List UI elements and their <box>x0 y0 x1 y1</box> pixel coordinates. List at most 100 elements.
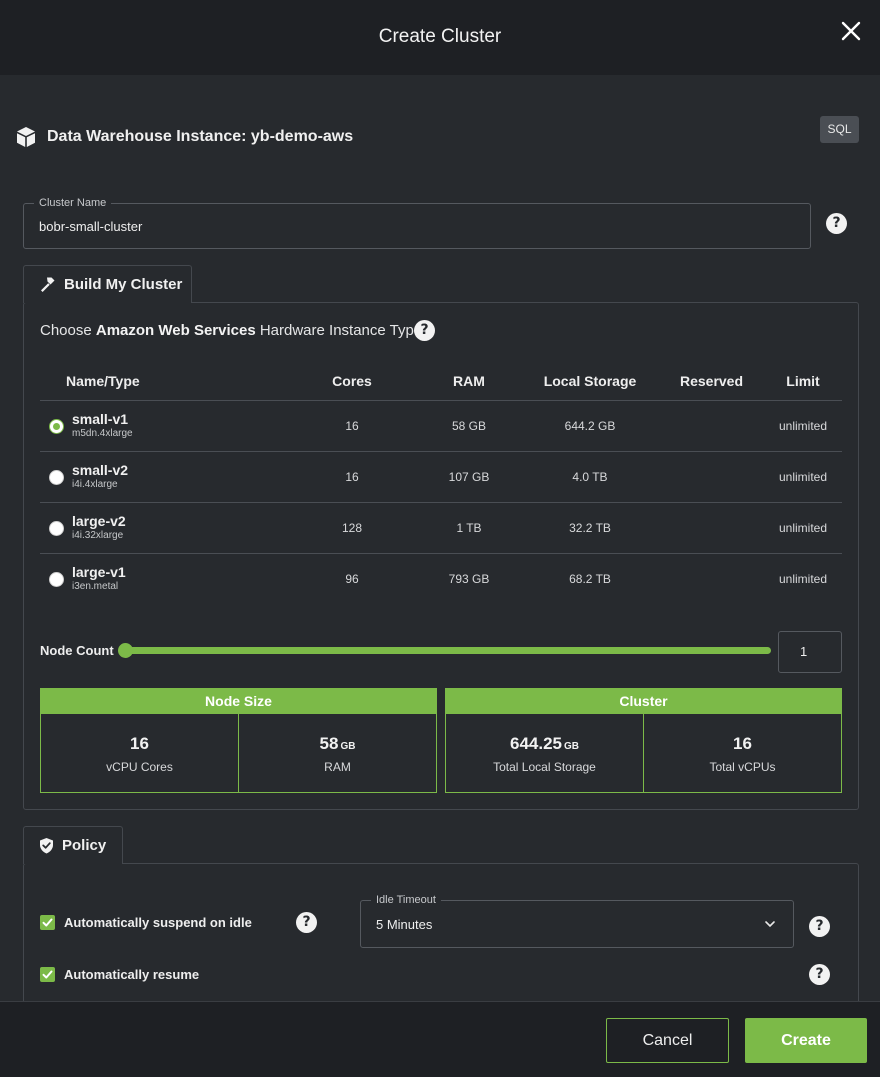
cluster-name-value[interactable]: bobr-small-cluster <box>39 219 142 234</box>
instance-type-table: Name/Type Cores RAM Local Storage Reserv… <box>40 362 842 604</box>
hardware-prompt-prefix: Choose <box>40 322 96 339</box>
node-cores-label: vCPU Cores <box>106 760 173 774</box>
node-ram-label: RAM <box>324 760 351 774</box>
storage-cell: 4.0 TB <box>521 451 659 503</box>
storage-cell: 644.2 GB <box>521 400 659 452</box>
reserved-cell <box>659 451 764 503</box>
instance-title: Data Warehouse Instance: yb-demo-aws <box>47 128 354 145</box>
ram-cell: 107 GB <box>417 451 521 503</box>
table-header-row: Name/Type Cores RAM Local Storage Reserv… <box>40 362 842 401</box>
idle-timeout-value: 5 Minutes <box>376 917 433 932</box>
instance-name: large-v2 <box>72 512 126 529</box>
limit-cell: unlimited <box>764 502 842 554</box>
tab-build-label: Build My Cluster <box>64 276 183 293</box>
limit-cell: unlimited <box>764 451 842 503</box>
reserved-cell <box>659 553 764 604</box>
cluster-summary: Cluster 644.25 GB Total Local Storage 16 … <box>445 688 842 793</box>
instance-type: i4i.32xlarge <box>72 529 124 541</box>
table-row[interactable]: small-v1 m5dn.4xlarge 16 58 GB 644.2 GB … <box>40 400 842 452</box>
node-count-input[interactable]: 1 <box>778 631 842 673</box>
instance-name-cell: small-v2 i4i.4xlarge <box>40 451 287 503</box>
ram-cell: 58 GB <box>417 400 521 452</box>
storage-cell: 32.2 TB <box>521 502 659 554</box>
instance-name: large-v1 <box>72 563 126 580</box>
tab-policy-label: Policy <box>62 837 107 854</box>
shield-check-icon <box>40 838 53 854</box>
node-count-slider[interactable] <box>124 647 771 654</box>
cluster-name-field[interactable]: Cluster Name bobr-small-cluster <box>23 196 811 249</box>
cluster-vcpu-value: 16 <box>733 734 752 753</box>
column-header: RAM <box>417 362 521 401</box>
suspend-checkbox[interactable] <box>40 915 55 930</box>
node-ram-stat: 58 GB RAM <box>238 714 436 792</box>
resume-help-icon[interactable]: ? <box>809 964 830 985</box>
instance-name: small-v2 <box>72 461 129 478</box>
cluster-storage-stat: 644.25 GB Total Local Storage <box>446 714 643 792</box>
reserved-cell <box>659 400 764 452</box>
node-ram-value: 58 <box>319 734 339 753</box>
dialog-title: Create Cluster <box>378 26 502 47</box>
tab-build-my-cluster[interactable]: Build My Cluster <box>23 265 192 303</box>
cluster-name-label: Cluster Name <box>34 196 112 210</box>
tab-policy[interactable]: Policy <box>23 826 123 864</box>
instance-radio[interactable] <box>49 520 64 536</box>
idle-timeout-help-icon[interactable]: ? <box>809 916 830 937</box>
cluster-vcpu-label: Total vCPUs <box>709 760 776 774</box>
instance-name-cell: large-v2 i4i.32xlarge <box>40 502 287 554</box>
hardware-prompt: Choose Amazon Web Services Hardware Inst… <box>40 322 422 339</box>
cores-cell: 128 <box>287 502 417 554</box>
ram-cell: 793 GB <box>448 571 490 586</box>
cluster-storage-value: 644.25 <box>510 734 562 753</box>
node-count-slider-handle[interactable] <box>118 643 133 658</box>
hardware-provider: Amazon Web Services <box>95 322 256 339</box>
resume-checkbox[interactable] <box>40 967 55 982</box>
table-row[interactable]: large-v2 i4i.32xlarge 128 1 TB 32.2 TB u… <box>40 502 842 554</box>
instance-radio[interactable] <box>49 469 64 485</box>
node-size-summary: Node Size 16 vCPU Cores 58 GB RAM <box>40 688 437 793</box>
storage-cell: 68.2 TB <box>569 571 611 586</box>
hammer-icon <box>41 277 55 292</box>
suspend-label: Automatically suspend on idle <box>64 915 252 930</box>
table-row[interactable]: small-v2 i4i.4xlarge 16 107 GB 4.0 TB un… <box>40 451 842 503</box>
checkmark-icon <box>42 918 53 927</box>
column-header: Cores <box>287 362 417 401</box>
close-icon[interactable] <box>840 20 862 42</box>
cluster-summary-title: Cluster <box>446 689 841 714</box>
cores-cell: 16 <box>287 400 417 452</box>
hardware-prompt-suffix: Hardware Instance Type <box>255 322 423 339</box>
sql-badge[interactable]: SQL <box>820 116 859 143</box>
node-cores-stat: 16 vCPU Cores <box>41 714 238 792</box>
cores-cell: 96 <box>345 571 359 586</box>
cluster-storage-label: Total Local Storage <box>493 760 596 774</box>
cores-cell: 16 <box>287 451 417 503</box>
instance-type: m5dn.4xlarge <box>72 427 133 439</box>
cluster-name-help-icon[interactable]: ? <box>826 213 847 234</box>
idle-timeout-label: Idle Timeout <box>371 893 441 907</box>
node-cores-value: 16 <box>130 734 149 753</box>
column-header: Name/Type <box>40 362 287 401</box>
suspend-help-icon[interactable]: ? <box>296 912 317 933</box>
instance-heading: Data Warehouse Instance: yb-demo-aws <box>14 125 353 149</box>
cancel-button[interactable]: Cancel <box>606 1018 729 1063</box>
reserved-cell <box>659 502 764 554</box>
instance-name: small-v1 <box>72 410 129 427</box>
checkmark-icon <box>42 970 53 979</box>
ram-cell: 1 TB <box>417 502 521 554</box>
create-button[interactable]: Create <box>745 1018 867 1063</box>
cluster-vcpu-stat: 16 Total vCPUs <box>643 714 841 792</box>
instance-name-cell: small-v1 m5dn.4xlarge <box>40 400 287 452</box>
cube-icon <box>17 127 35 147</box>
node-size-title: Node Size <box>41 689 436 714</box>
node-ram-unit: GB <box>340 741 356 752</box>
limit-cell: unlimited <box>778 571 828 586</box>
instance-name-cell: large-v1 i3en.metal <box>40 553 287 604</box>
table-row[interactable]: large-v1 i3en.metal 96 793 GB 68.2 TB un… <box>40 553 842 604</box>
instance-type: i3en.metal <box>72 580 119 592</box>
instance-radio[interactable] <box>49 418 64 434</box>
instance-radio[interactable] <box>49 571 64 587</box>
chevron-down-icon <box>765 921 775 928</box>
node-count-label: Node Count <box>40 643 114 658</box>
hardware-help-icon[interactable]: ? <box>414 320 435 341</box>
dialog-header: Create Cluster <box>0 0 880 75</box>
idle-timeout-select[interactable]: Idle Timeout 5 Minutes <box>360 893 794 948</box>
